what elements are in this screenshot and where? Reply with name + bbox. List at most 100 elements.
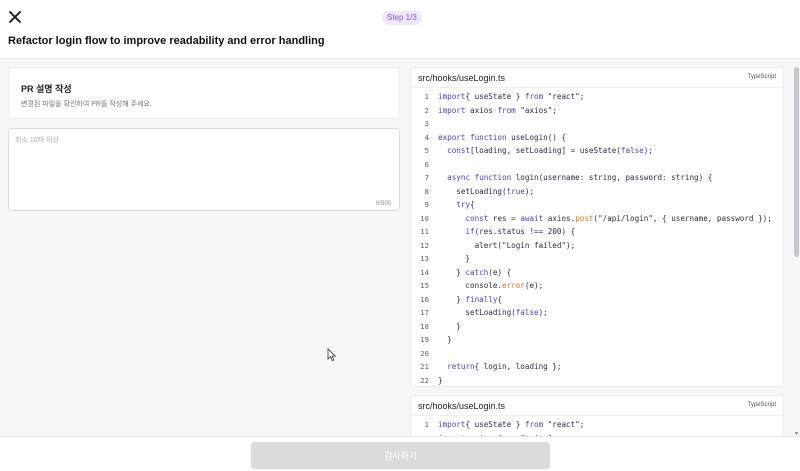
line-code: if(res.status !== 200) { xyxy=(438,227,575,236)
code-token: finally xyxy=(465,294,498,304)
code-token: from xyxy=(497,105,521,115)
code-token: ); xyxy=(524,186,535,196)
line-number: 14 xyxy=(420,267,429,277)
code-token: } xyxy=(438,375,443,385)
line-number: 2 xyxy=(424,105,429,115)
code-token: } xyxy=(438,335,452,344)
code-token: axios xyxy=(470,105,498,115)
code-line: 15 console.error(e); xyxy=(411,280,783,294)
line-code: setLoading(true); xyxy=(438,187,534,196)
code-line: 6 xyxy=(411,159,783,173)
code-diff-panel: src/hooks/useLogin.ts TypeScript 1 import… xyxy=(410,58,800,455)
line-code: } catch(e) { xyxy=(438,268,511,277)
line-code: export function useLogin() { xyxy=(438,133,566,142)
language-tag: TypeScript xyxy=(747,74,776,80)
code-token: const xyxy=(465,213,493,223)
line-code: } finally{ xyxy=(438,295,502,304)
line-number: 19 xyxy=(420,335,429,344)
code-token: async function xyxy=(447,173,516,182)
line-code: setLoading(false); xyxy=(438,308,548,317)
line-number: 12 xyxy=(420,240,429,250)
code-token: { useState } xyxy=(465,420,525,429)
top-bar: Step 1/3 Refactor login flow to improve … xyxy=(0,0,800,60)
line-number: 10 xyxy=(420,213,429,223)
code-token: from xyxy=(524,420,548,429)
page-title: Refactor login flow to improve readabili… xyxy=(8,35,325,47)
pr-description-input[interactable] xyxy=(15,135,393,197)
line-number: 18 xyxy=(420,321,429,331)
description-card: PR 설명 작성 변경된 파일을 확인하여 PR을 작성해 주세요. xyxy=(8,67,400,119)
close-icon[interactable] xyxy=(8,10,22,24)
line-number: 5 xyxy=(424,146,429,155)
code-line: 9 try{ xyxy=(411,199,783,213)
line-number: 9 xyxy=(424,200,429,209)
code-token: } xyxy=(438,254,471,263)
inspect-button[interactable]: 검사하기 xyxy=(251,442,550,469)
code-token: error xyxy=(502,281,525,290)
code-token: alert("Login failed"); xyxy=(438,240,576,250)
line-number: 6 xyxy=(424,159,429,169)
code-file-panel: src/hooks/useLogin.ts TypeScript 1 import… xyxy=(410,67,784,387)
code-token: { useState } xyxy=(465,92,525,101)
line-number: 11 xyxy=(420,227,429,236)
scrollbar-thumb[interactable] xyxy=(794,67,799,257)
code-token: "react"; xyxy=(547,92,585,101)
code-token: post xyxy=(575,213,594,223)
code-line: 1 import{ useState } from "react"; xyxy=(411,91,783,105)
line-number: 8 xyxy=(424,186,429,196)
code-token: try xyxy=(456,200,471,209)
line-number: 13 xyxy=(420,254,429,263)
code-line: 10 const res = await axios.post("/api/lo… xyxy=(411,213,783,227)
code-token: import xyxy=(438,420,466,429)
code-token: } xyxy=(438,321,461,331)
file-name: src/hooks/useLogin.ts xyxy=(418,73,506,83)
line-number: 22 xyxy=(420,375,429,385)
line-code: } xyxy=(438,376,443,385)
code-line: 13 } xyxy=(411,253,783,267)
code-token: return xyxy=(447,362,475,371)
description-subtitle: 변경된 파일을 확인하여 PR을 작성해 주세요. xyxy=(21,101,152,108)
line-code: alert("Login failed"); xyxy=(438,240,576,250)
line-code: const[loading, setLoading] = useState(fa… xyxy=(438,146,653,155)
line-number: 16 xyxy=(420,294,429,304)
code-token: setLoading( xyxy=(438,186,507,196)
code-token: false xyxy=(620,146,644,155)
line-number: 15 xyxy=(420,281,429,290)
code-line: 22} xyxy=(411,375,783,387)
line-number: 3 xyxy=(424,119,429,128)
line-code: import{ useState } from "react"; xyxy=(438,420,584,429)
line-code: try{ xyxy=(438,200,475,209)
line-number: 17 xyxy=(420,308,429,317)
code-token: { xyxy=(497,294,503,304)
code-line: 2 import axios from "axios"; xyxy=(411,105,783,119)
code-line: 18 } xyxy=(411,321,783,335)
code-token: await xyxy=(520,213,548,223)
code-token: "axios"; xyxy=(520,105,557,115)
code-line: 3 xyxy=(411,118,783,132)
file-name: src/hooks/useLogin.ts xyxy=(418,401,506,411)
code-token: } xyxy=(438,267,466,277)
code-token: ); xyxy=(538,308,548,317)
line-code: console.error(e); xyxy=(438,281,543,290)
code-token: [loading, setLoading] = useState( xyxy=(470,146,621,155)
code-token: console. xyxy=(438,281,503,290)
code-token: const xyxy=(447,146,471,155)
code-line: 21 return{ login, loading }; xyxy=(411,361,783,375)
code-token: "react"; xyxy=(547,420,585,429)
code-line: 8 setLoading(true); xyxy=(411,186,783,200)
code-file-header: src/hooks/useLogin.ts TypeScript xyxy=(411,68,783,88)
code-token: catch xyxy=(465,267,489,277)
code-token: login(username: string, password: string… xyxy=(515,173,713,182)
line-code: return{ login, loading }; xyxy=(438,362,561,371)
code-token: import xyxy=(438,92,466,101)
code-token: { xyxy=(470,200,475,209)
pr-description-field[interactable]: 0/500 xyxy=(8,128,400,211)
line-number: 1 xyxy=(424,92,429,101)
code-line: 19 } xyxy=(411,334,783,348)
code-token: } xyxy=(438,294,466,304)
